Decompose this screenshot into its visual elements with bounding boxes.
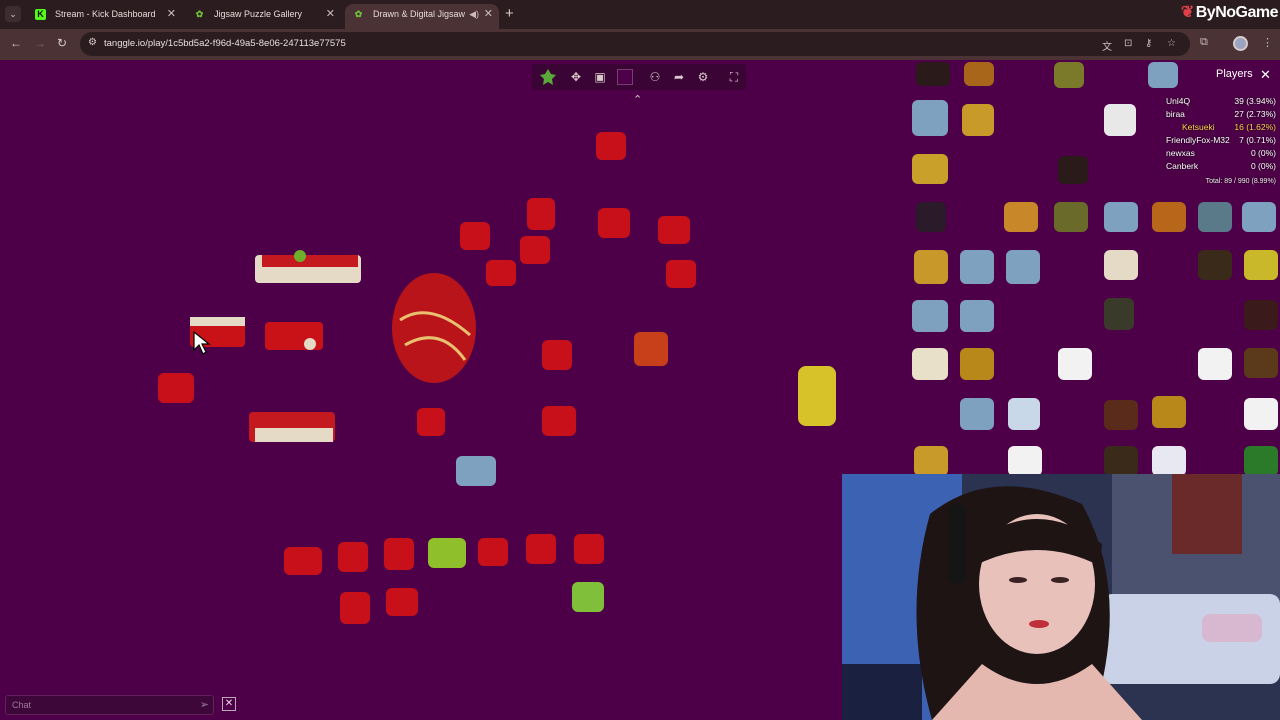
close-chat-icon[interactable]: ✕ xyxy=(222,697,236,711)
webcam-overlay xyxy=(842,474,1280,720)
bookmark-star-icon[interactable]: ☆ xyxy=(1167,38,1176,49)
close-players-icon[interactable]: ✕ xyxy=(1260,67,1271,83)
new-tab-button[interactable]: + xyxy=(505,5,514,22)
browser-toolbar: ← → ↻ ⚙ tanggle.io/play/1c5bd5a2-f96d-49… xyxy=(0,29,1280,60)
password-key-icon[interactable]: ⚷ xyxy=(1145,38,1152,49)
assembled-piece-group[interactable] xyxy=(392,273,476,383)
loose-piece[interactable] xyxy=(572,582,604,612)
reload-icon[interactable]: ↻ xyxy=(57,36,67,50)
install-app-icon[interactable]: ⊡ xyxy=(1124,38,1132,49)
tab-search-icon[interactable]: ⌄ xyxy=(5,6,21,22)
translate-icon[interactable]: 文 xyxy=(1102,38,1112,53)
chat-box: ➢ xyxy=(5,695,214,715)
address-bar[interactable]: ⚙ tanggle.io/play/1c5bd5a2-f96d-49a5-8e0… xyxy=(80,32,1190,56)
mouse-cursor-icon xyxy=(193,330,211,355)
site-info-icon[interactable]: ⚙ xyxy=(88,37,100,49)
loose-piece[interactable] xyxy=(912,62,1278,476)
total-progress: Total: 89 / 990 (8.99%) xyxy=(1205,178,1276,185)
tab-jigsaw-gallery[interactable]: ✿ Jigsaw Puzzle Gallery ✕ xyxy=(186,4,341,29)
assembled-piece-group[interactable] xyxy=(255,250,361,283)
tab-drawn-digital-jigsaw[interactable]: ✿ Drawn & Digital Jigsaw ◀) ✕ xyxy=(345,4,499,29)
loose-piece[interactable] xyxy=(428,538,466,568)
kick-icon: K xyxy=(35,9,46,20)
tab-strip: ⌄ K Stream - Kick Dashboard ✕ ✿ Jigsaw P… xyxy=(0,0,1280,29)
loose-piece[interactable] xyxy=(634,332,668,366)
players-title: Players xyxy=(1216,68,1253,80)
browser-menu-icon[interactable]: ⋮ xyxy=(1262,36,1273,49)
audio-playing-icon[interactable]: ◀) xyxy=(469,4,479,25)
back-icon[interactable]: ← xyxy=(10,36,22,50)
streamer-video xyxy=(842,474,1280,720)
loose-piece[interactable] xyxy=(798,366,836,426)
close-tab-icon[interactable]: ✕ xyxy=(484,4,493,25)
close-tab-icon[interactable]: ✕ xyxy=(326,4,335,25)
profile-avatar-icon[interactable] xyxy=(1233,36,1248,51)
piece-tray xyxy=(912,62,1278,476)
tab-title: Jigsaw Puzzle Gallery xyxy=(214,9,303,19)
extensions-icon[interactable]: ⧉ xyxy=(1200,36,1208,49)
tab-kick-dashboard[interactable]: K Stream - Kick Dashboard ✕ xyxy=(27,4,182,29)
assembled-piece-group[interactable] xyxy=(249,412,335,442)
tanggle-icon: ✿ xyxy=(354,9,363,19)
tanggle-icon: ✿ xyxy=(195,9,204,19)
tab-title: Drawn & Digital Jigsaw xyxy=(373,9,466,19)
bynogame-logo: ❦ ByNoGame xyxy=(1180,4,1279,21)
close-tab-icon[interactable]: ✕ xyxy=(167,4,176,25)
assembled-piece-group[interactable] xyxy=(265,322,323,350)
chat-input[interactable] xyxy=(12,698,192,712)
loose-piece[interactable] xyxy=(456,456,496,486)
loose-pieces-layer xyxy=(158,132,836,624)
url-text[interactable]: tanggle.io/play/1c5bd5a2-f96d-49a5-8e06-… xyxy=(104,38,346,49)
tab-title: Stream - Kick Dashboard xyxy=(55,9,156,19)
send-icon[interactable]: ➢ xyxy=(200,698,209,711)
forward-icon[interactable]: → xyxy=(34,36,46,50)
